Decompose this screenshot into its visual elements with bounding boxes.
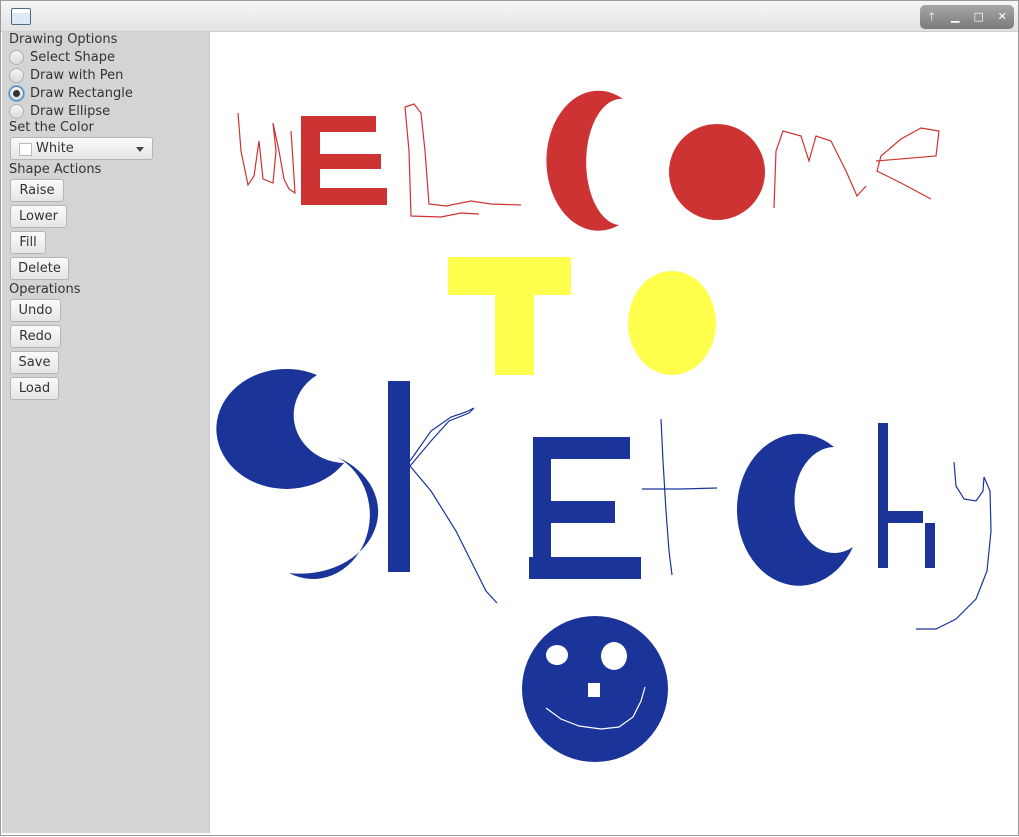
- app-window: 🡑 ▁ □ ✕ Drawing Options Select Shape Dra…: [0, 0, 1019, 836]
- rect-e2-top: [533, 437, 630, 459]
- pen-stroke-t-bar: [642, 487, 718, 490]
- pen-stroke-m: [773, 130, 867, 209]
- pen-stroke-l1: [404, 106, 480, 218]
- rect-h-leg: [925, 523, 935, 568]
- drawing-canvas[interactable]: [1, 1, 1019, 837]
- rect-e2-middle: [541, 501, 615, 523]
- rect-h-stem: [878, 423, 888, 568]
- rect-e-bottom: [301, 188, 387, 205]
- ellipse-left-eye: [546, 645, 568, 665]
- pen-stroke-e: [875, 127, 940, 200]
- rect-e2-bottom-front: [541, 567, 641, 579]
- ellipse-o-yellow: [628, 271, 716, 375]
- ellipse-c-crescent: [546, 90, 623, 231]
- pen-stroke-k: [409, 407, 498, 604]
- rect-t-stem: [495, 257, 534, 375]
- rect-nose: [588, 683, 600, 697]
- ellipse-s-top: [216, 368, 344, 489]
- pen-stroke-w: [237, 112, 296, 195]
- rect-e-top: [301, 116, 376, 132]
- pen-stroke-l2: [404, 103, 522, 207]
- rect-e-middle: [301, 154, 381, 169]
- rect-h-bar: [878, 511, 923, 523]
- ellipse-c2-crescent: [736, 433, 853, 586]
- rect-k-stem: [388, 381, 410, 572]
- ellipse-right-eye: [601, 642, 627, 670]
- ellipse-o: [669, 124, 765, 220]
- pen-stroke-t: [660, 418, 673, 576]
